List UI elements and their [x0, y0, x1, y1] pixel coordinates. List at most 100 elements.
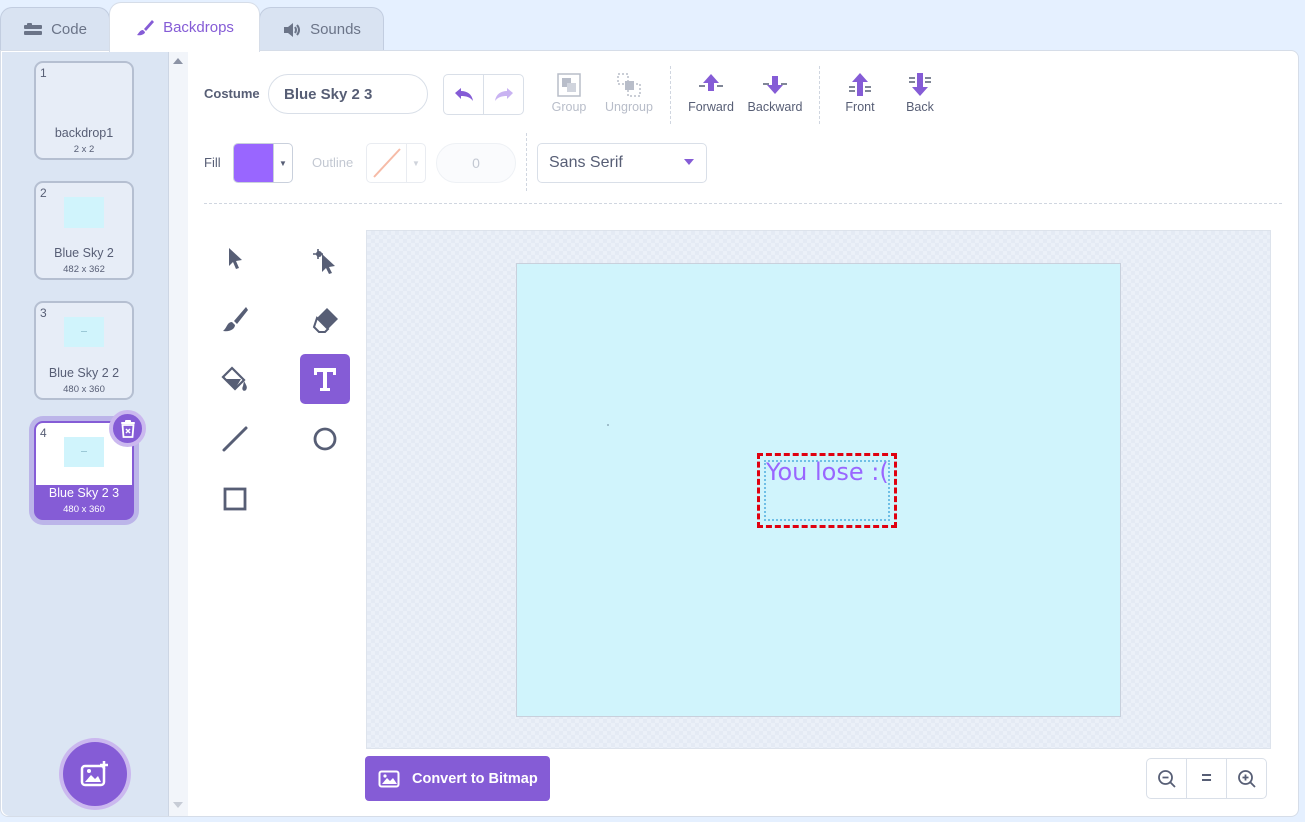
convert-label: Convert to Bitmap [412, 770, 538, 787]
costume-name-input[interactable]: Blue Sky 2 3 [268, 74, 428, 114]
toolbar-divider [819, 66, 820, 124]
eraser-tool[interactable] [300, 294, 350, 344]
font-dropdown[interactable]: Sans Serif [537, 143, 707, 183]
backdrop-name: Blue Sky 2 2 [48, 366, 120, 380]
scroll-up-arrow-icon[interactable] [173, 58, 183, 64]
backdrop-number: 2 [40, 186, 47, 200]
rectangle-icon [223, 487, 247, 511]
canvas-dot [607, 424, 609, 426]
ungroup-button[interactable]: Ungroup [594, 72, 664, 122]
backdrop-thumbnail [64, 317, 104, 347]
zoom-reset-button[interactable]: = [1187, 759, 1227, 798]
add-backdrop-button[interactable] [63, 742, 127, 806]
backdrop-size: 480 x 360 [63, 384, 105, 395]
paint-bucket-icon [221, 366, 247, 391]
dropdown-arrow-icon [684, 159, 694, 165]
code-icon [24, 22, 43, 35]
trash-icon [120, 419, 135, 438]
font-dropdown-value: Sans Serif [549, 154, 623, 171]
costume-label: Costume [204, 86, 260, 101]
brush-tool[interactable] [210, 294, 260, 344]
speaker-icon [284, 22, 301, 37]
group-label: Group [551, 100, 587, 114]
backdrop-card-1[interactable]: 1 backdrop1 2 x 2 [34, 61, 134, 160]
reshape-tool[interactable] [300, 234, 350, 284]
front-label: Front [845, 100, 875, 114]
zoom-in-icon [1237, 769, 1256, 788]
delete-backdrop-button[interactable] [109, 410, 146, 447]
circle-tool[interactable] [300, 414, 350, 464]
backdrop-number: 3 [40, 306, 47, 320]
backward-label: Backward [747, 100, 803, 114]
no-color-icon [367, 144, 407, 182]
backdrop-number: 4 [40, 426, 47, 440]
tab-sounds[interactable]: Sounds [259, 7, 384, 51]
line-icon [222, 426, 248, 452]
fill-color-swatch [234, 144, 274, 182]
toolbar-divider [670, 66, 671, 124]
backdrop-card-3[interactable]: 3 Blue Sky 2 2 480 x 360 [34, 301, 134, 400]
backward-button[interactable]: Backward [740, 72, 810, 122]
select-arrow-icon [229, 248, 242, 269]
tab-code-label: Code [51, 21, 87, 38]
backdrop-list-scrollbar[interactable] [169, 52, 188, 816]
back-icon [909, 73, 931, 96]
backdrop-size: 2 x 2 [73, 144, 95, 155]
backdrop-size: 480 x 360 [63, 504, 105, 515]
eraser-icon [312, 308, 338, 333]
ungroup-label: Ungroup [605, 100, 653, 114]
undo-icon [454, 87, 473, 101]
tab-backdrops[interactable]: Backdrops [109, 2, 260, 52]
text-tool[interactable] [300, 354, 350, 404]
backward-icon [763, 76, 787, 94]
zoom-out-icon [1157, 769, 1176, 788]
backdrop-size: 482 x 362 [63, 264, 105, 275]
backdrop-name: Blue Sky 2 3 [48, 486, 120, 500]
add-image-icon [80, 761, 108, 787]
zoom-reset-label: = [1201, 768, 1212, 788]
reshape-icon [313, 249, 335, 274]
ungroup-icon [617, 73, 641, 97]
outline-width-input[interactable]: 0 [436, 143, 516, 183]
back-label: Back [906, 100, 934, 114]
forward-label: Forward [688, 100, 734, 114]
zoom-controls: = [1146, 758, 1267, 799]
fill-color-picker[interactable]: ▼ [233, 143, 293, 183]
toolbar-separator [204, 203, 1282, 204]
backdrop-name: backdrop1 [54, 126, 114, 140]
tab-code[interactable]: Code [0, 7, 110, 51]
bitmap-image-icon [378, 770, 400, 787]
group-icon [557, 73, 581, 97]
tab-backdrops-label: Backdrops [163, 19, 234, 36]
fill-label: Fill [204, 155, 221, 170]
chevron-down-icon: ▼ [279, 158, 287, 168]
undo-redo-group [443, 74, 524, 115]
forward-icon [699, 74, 723, 91]
rectangle-tool[interactable] [210, 474, 260, 524]
scroll-down-arrow-icon[interactable] [173, 802, 183, 808]
text-t-icon [314, 368, 336, 391]
front-icon [849, 73, 871, 96]
redo-icon [494, 87, 513, 101]
brush-icon [223, 307, 248, 332]
backdrop-number: 1 [40, 66, 47, 80]
back-button[interactable]: Back [885, 72, 955, 122]
selected-text-object[interactable]: You lose :( [757, 453, 897, 528]
zoom-in-button[interactable] [1227, 759, 1266, 798]
fill-tool[interactable] [210, 354, 260, 404]
paintbrush-icon [137, 19, 155, 35]
circle-icon [313, 427, 337, 451]
outline-color-picker[interactable]: ▼ [366, 143, 426, 183]
redo-button[interactable] [484, 75, 523, 114]
convert-to-bitmap-button[interactable]: Convert to Bitmap [365, 756, 550, 801]
zoom-out-button[interactable] [1147, 759, 1187, 798]
select-tool[interactable] [210, 234, 260, 284]
undo-button[interactable] [444, 75, 484, 114]
backdrop-card-2[interactable]: 2 Blue Sky 2 482 x 362 [34, 181, 134, 280]
forward-button[interactable]: Forward [676, 72, 746, 122]
backdrop-name: Blue Sky 2 [54, 246, 114, 260]
backdrop-thumbnail [64, 437, 104, 467]
line-tool[interactable] [210, 414, 260, 464]
toolbar-divider [526, 133, 527, 191]
canvas-text: You lose :( [766, 458, 889, 486]
